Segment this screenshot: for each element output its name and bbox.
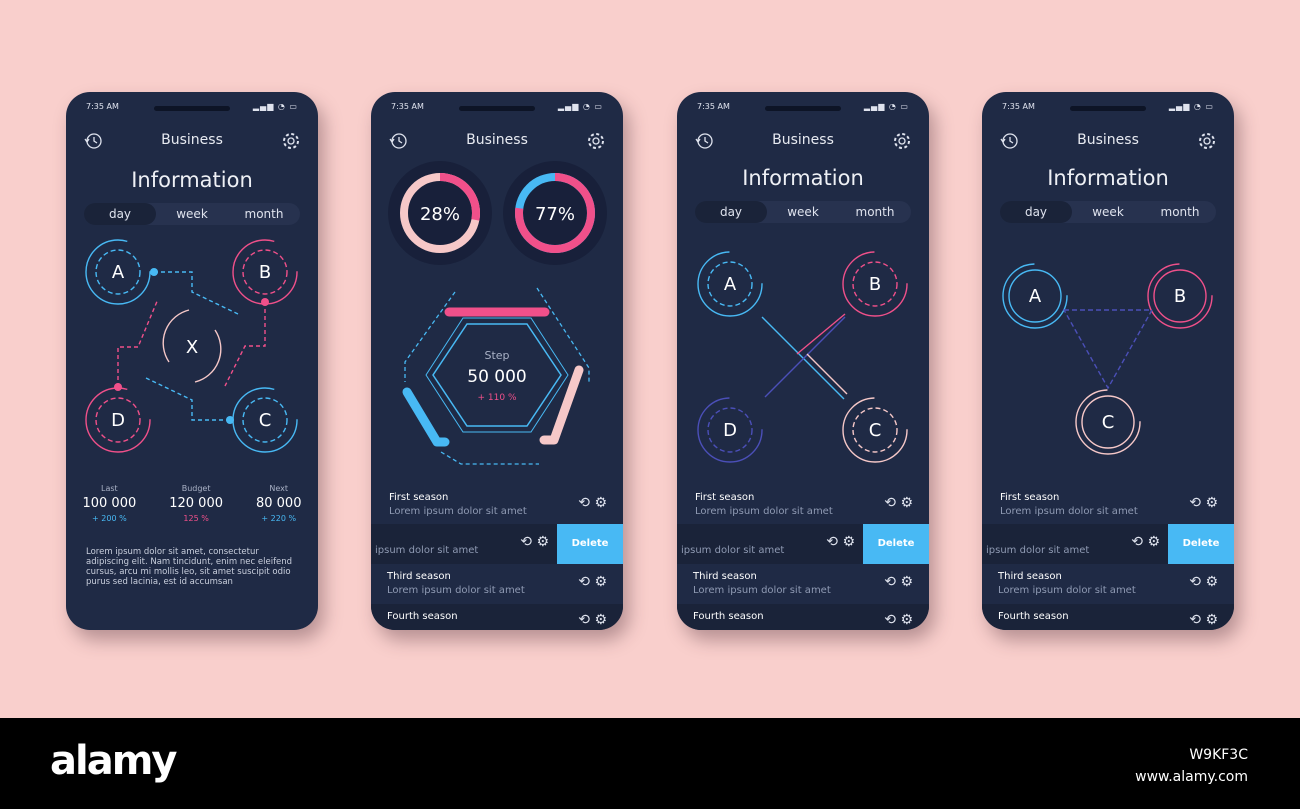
step-label: Step: [484, 349, 509, 362]
image-id: W9KF3C: [1189, 747, 1248, 763]
node-a: A: [1029, 286, 1042, 307]
phone-2: 7:35 AM ▂▄▆ ◔ ▭ Business 28% 77% Step 50 …: [371, 92, 623, 630]
history-gear-icons[interactable]: ⟲ ⚙: [578, 574, 607, 590]
list-item-fourth[interactable]: Fourth season ⟲ ⚙: [371, 604, 623, 630]
list-item-first[interactable]: First season Lorem ipsum dolor sit amet: [1000, 492, 1138, 517]
item-subtitle: ipsum dolor sit amet: [375, 545, 479, 556]
list-item-fourth[interactable]: Fourth season ⟲ ⚙: [677, 604, 929, 630]
history-gear-icons[interactable]: ⟲ ⚙: [884, 495, 913, 511]
delete-button[interactable]: Delete: [1168, 524, 1234, 564]
item-title: Fourth season: [998, 611, 1069, 622]
list-item-third[interactable]: Third season Lorem ipsum dolor sit amet ⟲ …: [371, 564, 623, 604]
stat-label: Last: [101, 484, 118, 493]
list-item-third[interactable]: Third season Lorem ipsum dolor sit amet ⟲ …: [982, 564, 1234, 604]
history-gear-icons[interactable]: ⟲ ⚙: [884, 574, 913, 590]
item-title: First season: [389, 492, 449, 503]
node-b: B: [869, 274, 881, 295]
item-subtitle: ipsum dolor sit amet: [681, 545, 785, 556]
item-subtitle: Lorem ipsum dolor sit amet: [998, 585, 1136, 596]
node-c: C: [1102, 412, 1115, 433]
history-gear-icons[interactable]: ⟲ ⚙: [1131, 534, 1160, 550]
item-title: First season: [695, 492, 755, 503]
stat-next: Next 80 000 + 220 %: [256, 484, 302, 523]
item-title: Third season: [387, 571, 451, 582]
list-item-third[interactable]: Third season Lorem ipsum dolor sit amet ⟲ …: [677, 564, 929, 604]
image-code: W9KF3C www.alamy.com: [1135, 744, 1248, 788]
history-gear-icons[interactable]: ⟲ ⚙: [578, 612, 607, 628]
triangle-diagram: A B C: [1002, 263, 1213, 455]
list-item-swiped[interactable]: ipsum dolor sit amet ⟲ ⚙ Delete: [982, 524, 1234, 564]
delete-button[interactable]: Delete: [863, 524, 929, 564]
stat-value: 100 000: [82, 496, 137, 511]
phone-4: 7:35 AM ▂▄▆ ◔ ▭ Business Information day w…: [982, 92, 1234, 630]
list-item-swiped[interactable]: ipsum dolor sit amet ⟲ ⚙ Delete: [677, 524, 929, 564]
list-item-swiped[interactable]: ipsum dolor sit amet ⟲ ⚙ Delete: [371, 524, 623, 564]
node-b: B: [259, 262, 271, 283]
watermark-footer: alamy W9KF3C www.alamy.com: [0, 718, 1300, 809]
history-gear-icons[interactable]: ⟲ ⚙: [1189, 612, 1218, 628]
item-subtitle: ipsum dolor sit amet: [986, 545, 1090, 556]
step-value: 50 000: [467, 367, 526, 387]
delete-button[interactable]: Delete: [557, 524, 623, 564]
node-d: D: [111, 410, 125, 431]
donut-label: 28%: [420, 204, 460, 225]
stat-label: Next: [269, 484, 289, 493]
item-title: Third season: [998, 571, 1062, 582]
item-subtitle: Lorem ipsum dolor sit amet: [1000, 506, 1138, 517]
stat-pct: + 220 %: [261, 514, 297, 523]
node-c: C: [869, 420, 882, 441]
item-subtitle: Lorem ipsum dolor sit amet: [695, 506, 833, 517]
list-item-first[interactable]: First season Lorem ipsum dolor sit amet: [389, 492, 527, 517]
phone-3: 7:35 AM ▂▄▆ ◔ ▭ Business Information day w…: [677, 92, 929, 630]
item-title: First season: [1000, 492, 1060, 503]
step-pct: + 110 %: [478, 393, 517, 403]
stat-pct: 125 %: [183, 514, 209, 523]
node-a: A: [112, 262, 125, 283]
item-subtitle: Lorem ipsum dolor sit amet: [389, 506, 527, 517]
history-gear-icons[interactable]: ⟲ ⚙: [578, 495, 607, 511]
site-url: www.alamy.com: [1135, 769, 1248, 785]
stat-label: Budget: [181, 484, 211, 493]
history-gear-icons[interactable]: ⟲ ⚙: [1189, 574, 1218, 590]
history-gear-icons[interactable]: ⟲ ⚙: [1189, 495, 1218, 511]
phone-1: 7:35 AM ▂▄▆ ◔ ▭ Business Information day w…: [66, 92, 318, 630]
stats-row: Last 100 000 + 200 % Budget 120 000 125 % Ne…: [66, 484, 318, 523]
item-subtitle: Lorem ipsum dolor sit amet: [693, 585, 831, 596]
item-title: Fourth season: [693, 611, 764, 622]
node-b: B: [1174, 286, 1186, 307]
node-x: X: [186, 337, 198, 358]
item-subtitle: Lorem ipsum dolor sit amet: [387, 585, 525, 596]
node-a: A: [724, 274, 737, 295]
history-gear-icons[interactable]: ⟲ ⚙: [884, 612, 913, 628]
alamy-logo: alamy: [50, 738, 177, 784]
node-c: C: [259, 410, 272, 431]
history-gear-icons[interactable]: ⟲ ⚙: [520, 534, 549, 550]
item-title: Fourth season: [387, 611, 458, 622]
stat-budget: Budget 120 000 125 %: [169, 484, 223, 523]
stat-pct: + 200 %: [92, 514, 127, 523]
history-gear-icons[interactable]: ⟲ ⚙: [826, 534, 855, 550]
description-text: Lorem ipsum dolor sit amet, consectetur …: [86, 547, 293, 587]
item-title: Third season: [693, 571, 757, 582]
stat-last: Last 100 000 + 200 %: [82, 484, 136, 523]
step-diagram: 28% 77% Step 50 000 + 110 %: [388, 161, 607, 465]
stat-value: 80 000: [255, 496, 302, 511]
list-item-fourth[interactable]: Fourth season ⟲ ⚙: [982, 604, 1234, 630]
flow-diagram: A B X D C: [85, 239, 298, 453]
node-d: D: [723, 420, 737, 441]
donut-label: 77%: [535, 204, 575, 225]
stat-value: 120 000: [169, 496, 223, 511]
cross-diagram: A B D C: [697, 251, 908, 463]
list-item-first[interactable]: First season Lorem ipsum dolor sit amet: [695, 492, 833, 517]
